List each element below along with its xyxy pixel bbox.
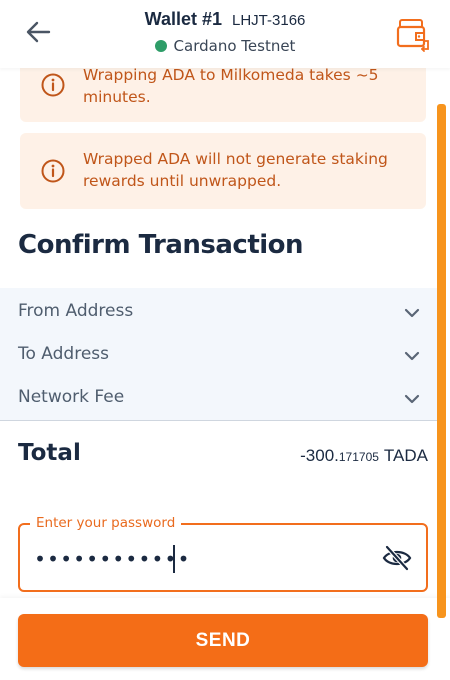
notice-wrapping-time: Wrapping ADA to Milkomeda takes ~5 minut… xyxy=(20,68,426,122)
chevron-down-icon xyxy=(402,391,422,405)
network-status-dot xyxy=(154,40,167,52)
to-address-label: To Address xyxy=(18,344,110,364)
from-address-row[interactable]: From Address xyxy=(0,290,437,333)
password-label: Enter your password xyxy=(30,515,182,531)
wallet-switch-icon xyxy=(394,19,432,56)
network-fee-row[interactable]: Network Fee xyxy=(0,376,437,419)
footer: SEND xyxy=(0,598,450,680)
app-header: Wallet #1 LHJT-3166 Cardano Testnet xyxy=(0,0,450,68)
password-input[interactable] xyxy=(34,543,354,575)
page-title: Confirm Transaction xyxy=(18,230,304,260)
total-label: Total xyxy=(18,440,81,466)
from-address-label: From Address xyxy=(18,301,134,321)
password-field[interactable]: Enter your password xyxy=(18,515,428,592)
notice-text: Wrapped ADA will not generate staking re… xyxy=(83,150,388,190)
text-caret xyxy=(173,545,175,573)
wallet-title: Wallet #1 LHJT-3166 xyxy=(0,9,450,30)
scrollbar-thumb[interactable] xyxy=(437,104,446,618)
chevron-down-icon xyxy=(402,305,422,319)
eye-off-icon[interactable] xyxy=(382,544,412,572)
confirm-content: Wrapping ADA to Milkomeda takes ~5 minut… xyxy=(0,68,450,598)
network-fee-label: Network Fee xyxy=(18,387,125,407)
wallet-name: Wallet #1 xyxy=(144,9,222,29)
transaction-details: From Address To Address Network Fee xyxy=(0,288,437,421)
network-name: Cardano Testnet xyxy=(173,37,296,55)
notice-staking-rewards: Wrapped ADA will not generate staking re… xyxy=(20,133,426,209)
info-icon xyxy=(41,159,65,189)
notice-text: Wrapping ADA to Milkomeda takes ~5 minut… xyxy=(83,68,379,106)
info-icon xyxy=(41,73,65,103)
network-indicator: Cardano Testnet xyxy=(0,37,450,55)
total-amount-unit: TADA xyxy=(383,446,428,465)
total-amount-decimals: 171705 xyxy=(338,450,379,464)
wallet-switch-button[interactable] xyxy=(394,16,432,52)
to-address-row[interactable]: To Address xyxy=(0,333,437,376)
total-amount: -300.171705 TADA xyxy=(300,446,428,466)
send-button[interactable]: SEND xyxy=(18,614,428,667)
total-amount-main: -300. xyxy=(300,446,339,465)
wallet-id: LHJT-3166 xyxy=(232,12,306,29)
chevron-down-icon xyxy=(402,348,422,362)
